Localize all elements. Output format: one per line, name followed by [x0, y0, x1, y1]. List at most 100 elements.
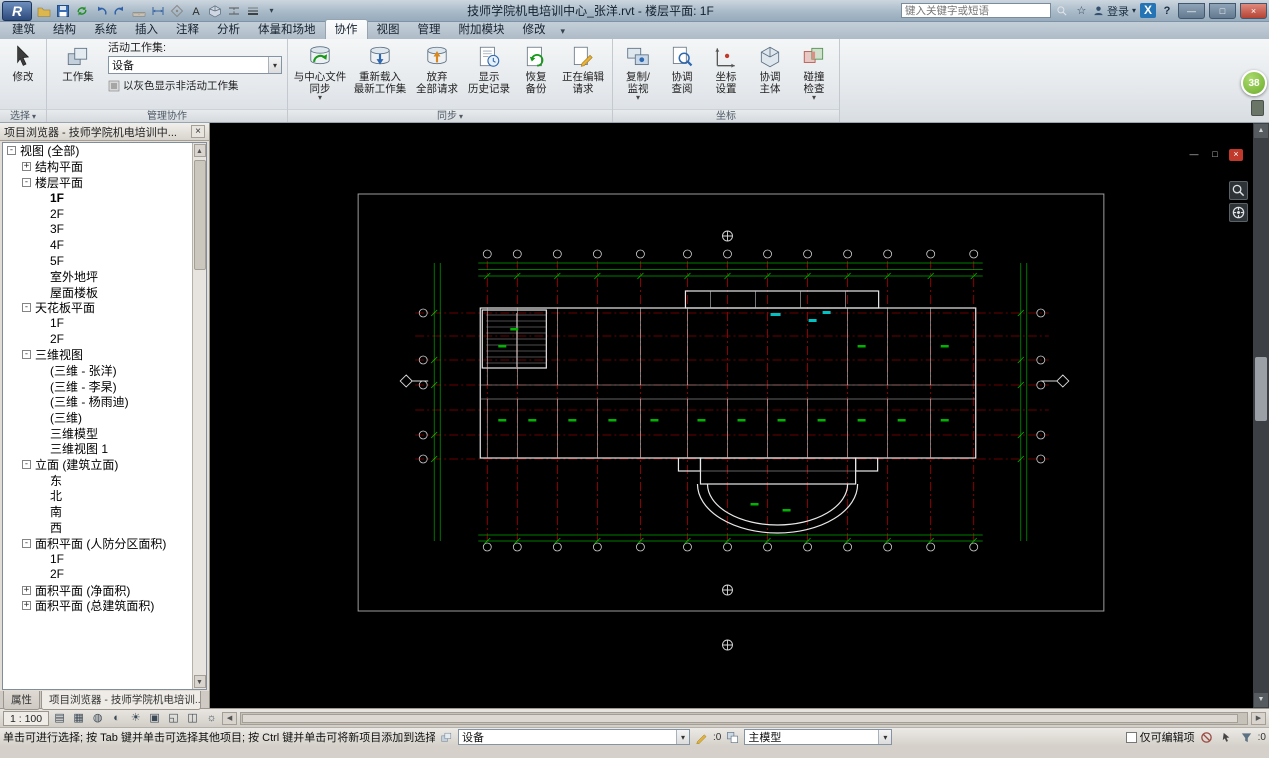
detail-level-icon[interactable]: ▤: [51, 711, 68, 726]
tree-item[interactable]: - 三维视图: [3, 347, 206, 363]
tab-view[interactable]: 视图: [368, 20, 409, 39]
scale-button[interactable]: 1 : 100: [3, 710, 50, 726]
redo-button[interactable]: [111, 2, 128, 19]
active-workset-select[interactable]: 设备: [108, 56, 282, 74]
sync-panel-label[interactable]: 同步: [288, 109, 612, 122]
default-3d-view-button[interactable]: [206, 2, 223, 19]
tree-item[interactable]: + 面积平面 (总建筑面积): [3, 598, 206, 614]
scroll-up-icon[interactable]: [193, 144, 206, 157]
infocenter-toggle-icon[interactable]: [1251, 100, 1264, 116]
tree-item[interactable]: 三维视图 1: [3, 441, 206, 457]
tree-item[interactable]: 2F: [3, 331, 206, 347]
project-browser-header[interactable]: 项目浏览器 - 技师学院机电培训中...: [0, 123, 209, 141]
coordination-review-button[interactable]: 协调 查阅: [660, 41, 704, 107]
show-crop-icon[interactable]: ◱: [165, 711, 182, 726]
tab-properties[interactable]: 属性: [3, 691, 40, 710]
tree-item[interactable]: (三维 - 杨雨迪): [3, 394, 206, 410]
scroll-thumb[interactable]: [1255, 357, 1267, 421]
tree-item[interactable]: 南: [3, 504, 206, 520]
modify-button[interactable]: 修改: [3, 41, 43, 107]
text-button[interactable]: [187, 2, 204, 19]
aligned-dimension-button[interactable]: [149, 2, 166, 19]
qat-customize-chevron-icon[interactable]: [263, 2, 280, 19]
relinquish-all-button[interactable]: 放弃 全部请求: [411, 41, 463, 107]
reveal-hidden-icon[interactable]: ☼: [203, 711, 220, 726]
tree-expander-icon[interactable]: +: [22, 601, 31, 611]
close-button[interactable]: [1240, 2, 1267, 19]
tree-item[interactable]: 屋面楼板: [3, 284, 206, 300]
tree-expander-icon[interactable]: -: [22, 177, 31, 187]
crop-view-icon[interactable]: ▣: [146, 711, 163, 726]
reload-latest-button[interactable]: 重新载入 最新工作集: [349, 41, 411, 107]
worksets-status-icon[interactable]: [438, 730, 455, 745]
shadows-icon[interactable]: ◐: [108, 711, 125, 726]
tree-item[interactable]: 2F: [3, 567, 206, 583]
press-drag-icon[interactable]: [1218, 730, 1235, 745]
tab-modify[interactable]: 修改: [514, 20, 555, 39]
tree-item[interactable]: - 视图 (全部): [3, 143, 206, 159]
tab-collaborate[interactable]: 协作: [324, 19, 368, 39]
tree-item[interactable]: 西: [3, 520, 206, 536]
view-close-icon[interactable]: [1229, 149, 1243, 161]
browser-scrollbar[interactable]: [192, 143, 206, 689]
tab-project-browser[interactable]: 项目浏览器 - 技师学院机电培训...: [41, 691, 201, 710]
tree-item[interactable]: 1F: [3, 190, 206, 206]
scroll-up-icon[interactable]: [1254, 124, 1268, 138]
tree-item[interactable]: 2F: [3, 206, 206, 222]
tab-systems[interactable]: 系统: [85, 20, 126, 39]
tree-item[interactable]: - 楼层平面: [3, 174, 206, 190]
drawing-area[interactable]: [210, 123, 1253, 708]
close-browser-icon[interactable]: [191, 125, 205, 138]
tree-item[interactable]: 5F: [3, 253, 206, 269]
sign-in-button[interactable]: 登录: [1093, 3, 1136, 19]
scroll-right-icon[interactable]: [1251, 711, 1266, 725]
tree-item[interactable]: - 面积平面 (人防分区面积): [3, 535, 206, 551]
tag-button[interactable]: [168, 2, 185, 19]
sync-with-central-button[interactable]: [73, 2, 90, 19]
tree-item[interactable]: (三维 - 张洋): [3, 363, 206, 379]
editing-requests-button[interactable]: 正在编辑 请求: [557, 41, 609, 107]
minimize-button[interactable]: [1178, 2, 1205, 19]
tab-massing-site[interactable]: 体量和场地: [249, 20, 325, 39]
tab-annotate[interactable]: 注释: [167, 20, 208, 39]
tab-manage[interactable]: 管理: [409, 20, 450, 39]
tree-expander-icon[interactable]: +: [22, 585, 31, 595]
search-icon[interactable]: [1055, 3, 1070, 18]
gray-inactive-worksets-toggle[interactable]: 以灰色显示非活动工作集: [108, 78, 282, 93]
collab-panel-label[interactable]: 管理协作: [47, 109, 287, 122]
restore-backup-button[interactable]: 恢复 备份: [515, 41, 557, 107]
interference-check-button[interactable]: 碰撞 检查: [792, 41, 836, 107]
ribbon-cycle-chevron-icon[interactable]: [561, 26, 566, 39]
scroll-left-icon[interactable]: [222, 711, 238, 725]
tree-item[interactable]: 1F: [3, 551, 206, 567]
tab-analyze[interactable]: 分析: [208, 20, 249, 39]
coordination-host-button[interactable]: 协调 主体: [748, 41, 792, 107]
tab-architecture[interactable]: 建筑: [3, 20, 44, 39]
measure-button[interactable]: [130, 2, 147, 19]
tab-addins[interactable]: 附加模块: [450, 20, 514, 39]
filter-icon[interactable]: [1238, 730, 1255, 745]
select-panel-label[interactable]: 选择: [0, 109, 46, 122]
help-button[interactable]: ?: [1160, 5, 1174, 17]
design-option-select[interactable]: 主模型: [744, 729, 893, 745]
editable-only-checkbox[interactable]: [1125, 731, 1137, 743]
view-restore-icon[interactable]: [1208, 149, 1222, 161]
steering-wheel-icon[interactable]: [1229, 203, 1248, 222]
tree-expander-icon[interactable]: -: [22, 303, 31, 313]
tree-item[interactable]: + 结构平面: [3, 159, 206, 175]
temporary-hide-isolate-icon[interactable]: ◫: [184, 711, 201, 726]
undo-button[interactable]: [92, 2, 109, 19]
show-history-button[interactable]: 显示 历史记录: [463, 41, 515, 107]
scroll-thumb[interactable]: [193, 160, 206, 270]
sun-path-icon[interactable]: ☀: [127, 711, 144, 726]
scroll-thumb[interactable]: [242, 713, 1238, 723]
worksets-button[interactable]: 工作集: [50, 41, 106, 107]
render-icon[interactable]: ◍: [89, 711, 106, 726]
save-button[interactable]: [54, 2, 71, 19]
tree-item[interactable]: 1F: [3, 316, 206, 332]
workset-select[interactable]: 设备: [458, 729, 690, 745]
tree-item[interactable]: 东: [3, 472, 206, 488]
section-button[interactable]: [225, 2, 242, 19]
visual-style-icon[interactable]: ▦: [70, 711, 87, 726]
thin-lines-button[interactable]: [244, 2, 261, 19]
